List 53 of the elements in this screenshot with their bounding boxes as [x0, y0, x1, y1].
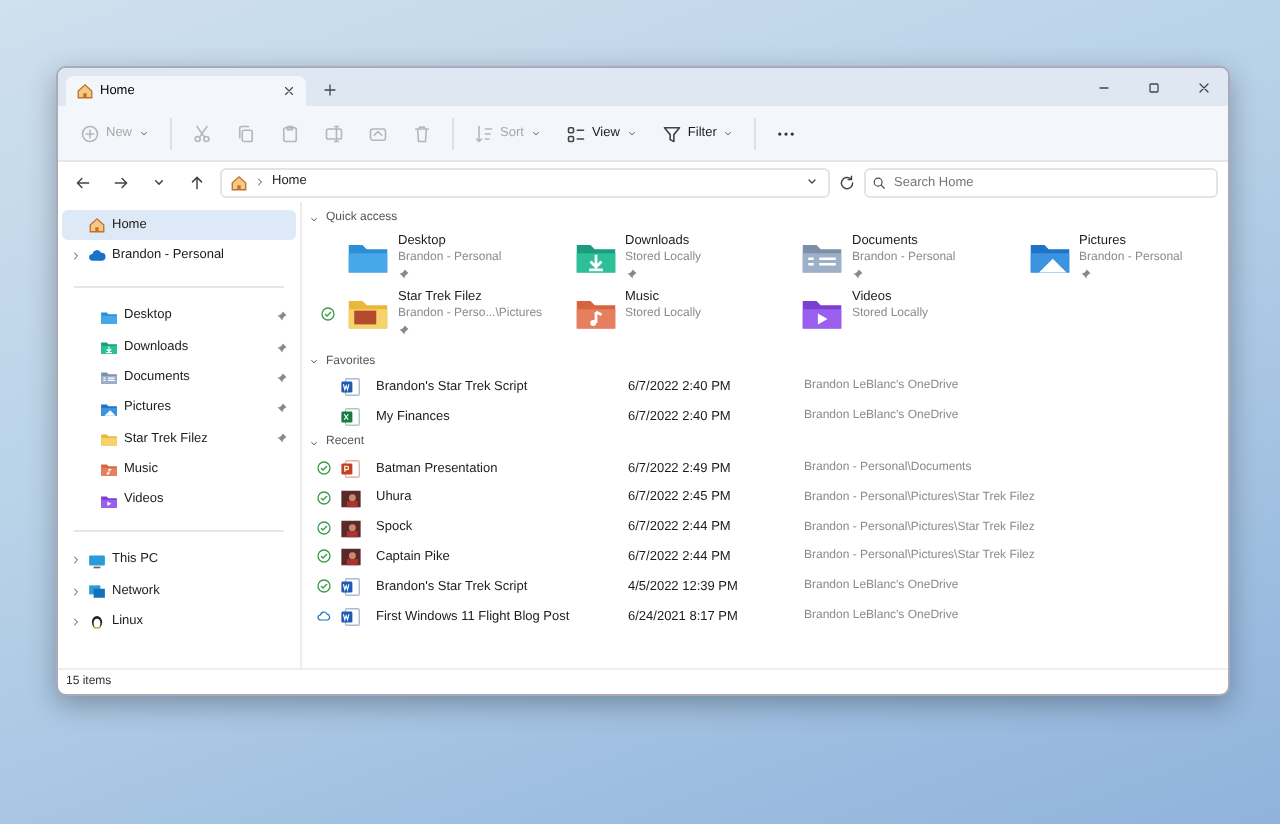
sort-icon: [474, 123, 495, 143]
network-icon: [88, 582, 106, 601]
trash-icon: [412, 123, 433, 143]
maximize-icon: [1145, 79, 1161, 95]
chevron-right-icon: [254, 176, 266, 188]
photo-thumbnail-icon: [340, 517, 362, 540]
copy-icon: [236, 123, 257, 143]
monitor-icon: [88, 551, 106, 570]
close-icon: [282, 84, 296, 98]
spreadsheet-icon: [340, 406, 362, 429]
word-document-icon: [340, 376, 362, 399]
documents-folder-icon: [100, 368, 118, 387]
view-icon: [565, 123, 586, 143]
forward-icon: [112, 173, 130, 191]
photo-thumbnail-icon: [340, 546, 362, 569]
check-circle-icon: [316, 548, 332, 565]
check-circle-icon: [316, 489, 332, 506]
share-icon: [368, 123, 389, 143]
up-icon: [188, 173, 206, 191]
word-document-icon: [340, 605, 362, 628]
check-circle-icon: [316, 519, 332, 536]
home-icon: [230, 173, 248, 191]
home-icon: [88, 216, 106, 235]
music-folder-icon: [100, 460, 118, 479]
search-icon: [872, 175, 886, 189]
back-icon: [74, 173, 92, 191]
caret-icon: [529, 127, 542, 139]
presentation-icon: [340, 457, 362, 480]
clipboard-icon: [280, 123, 301, 143]
download-folder-icon: [100, 338, 118, 357]
folder-icon: [100, 429, 118, 448]
check-circle-icon: [316, 459, 332, 476]
refresh-icon: [838, 173, 856, 191]
caret-icon: [138, 127, 151, 139]
check-circle-icon: [320, 305, 336, 322]
cloud-outline-icon: [316, 607, 332, 624]
new-icon: [80, 123, 100, 143]
home-icon: [76, 82, 94, 100]
photo-thumbnail-icon: [340, 487, 362, 510]
rename-icon: [324, 123, 345, 143]
new-tab-icon: [322, 82, 338, 98]
caret-icon: [722, 127, 735, 139]
caret-icon: [625, 127, 638, 139]
check-circle-icon: [316, 578, 332, 595]
word-document-icon: [340, 576, 362, 599]
cloud-icon: [88, 246, 106, 265]
pictures-folder-icon: [100, 399, 118, 418]
video-folder-icon: [100, 491, 118, 510]
filter-icon: [661, 123, 682, 143]
close-icon: [1195, 79, 1211, 95]
penguin-icon: [88, 612, 106, 631]
folder-icon: [100, 307, 118, 326]
scissors-icon: [192, 123, 213, 143]
